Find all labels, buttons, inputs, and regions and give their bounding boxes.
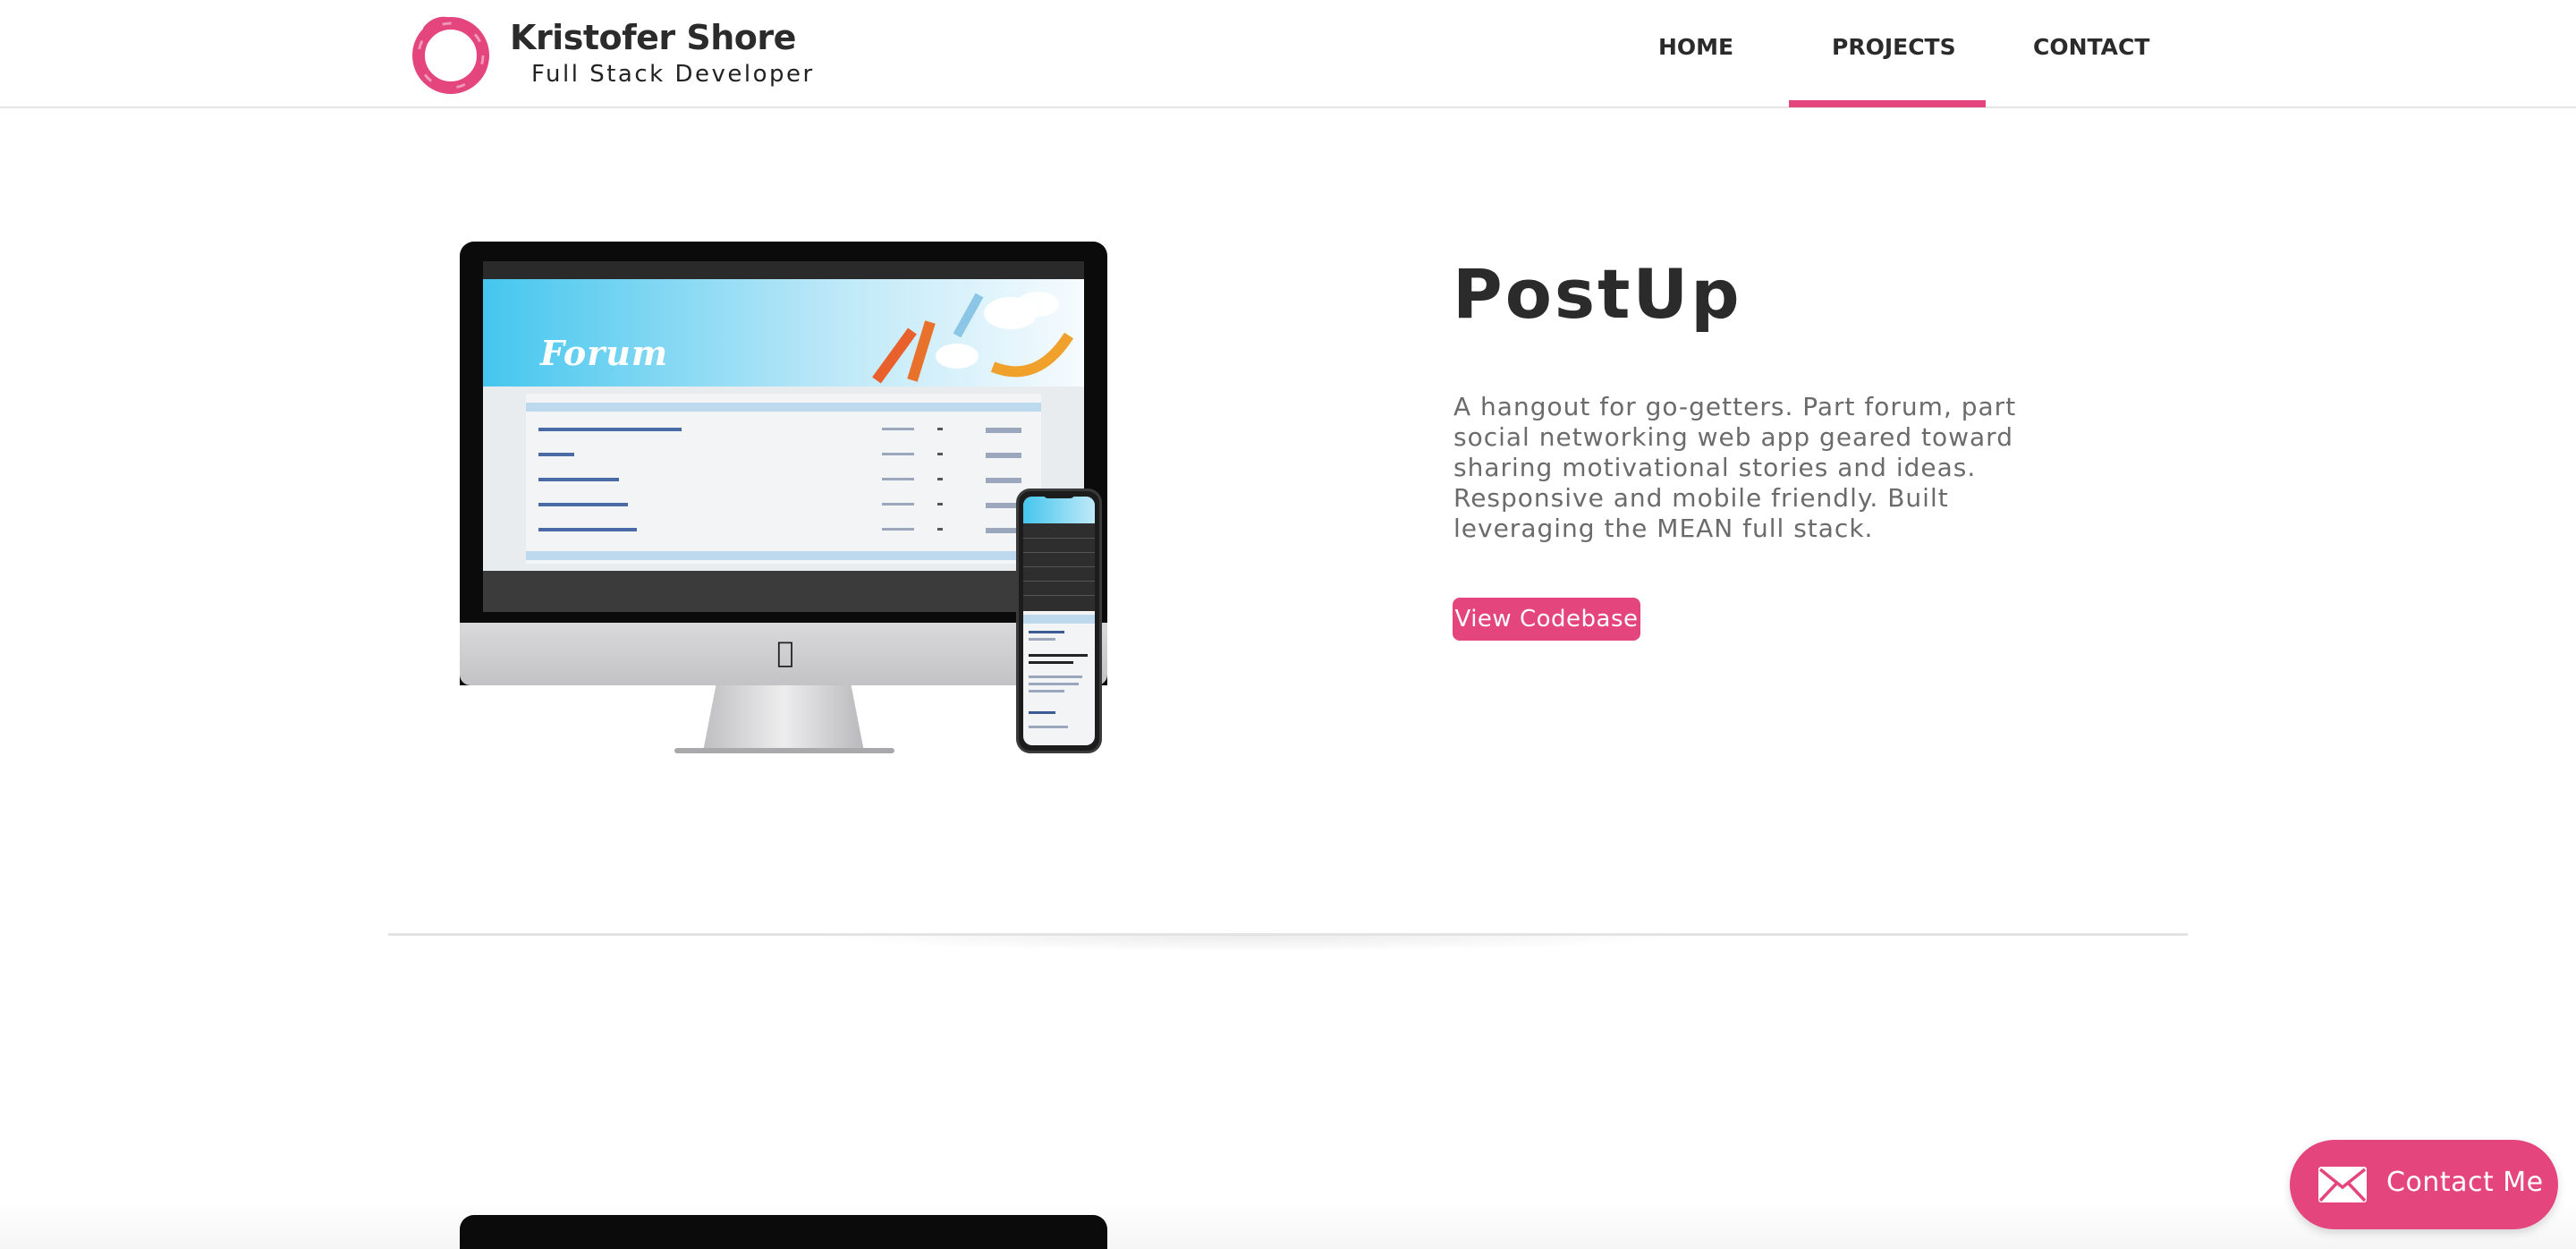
envelope-icon: [2318, 1167, 2367, 1202]
site-header: Kristofer Shore Full Stack Developer HOM…: [0, 0, 2576, 108]
phone-mockup: [1016, 489, 1102, 753]
site-name[interactable]: Kristofer Shore: [510, 18, 796, 57]
imac-foot: [674, 748, 894, 753]
nav-home[interactable]: HOME: [1658, 34, 1733, 60]
project-title: PostUp: [1453, 254, 1742, 334]
screen-hero-title: Forum: [540, 333, 669, 373]
phone-screen: [1023, 497, 1095, 745]
bottom-shade: [0, 1199, 2576, 1249]
imac-stand: [703, 685, 864, 752]
screen-forum-table: [526, 394, 1041, 564]
arrows-clouds-illustration: [872, 292, 1074, 384]
next-project-screenshot: [460, 1215, 1107, 1249]
nav-contact[interactable]: CONTACT: [2033, 34, 2149, 60]
project-description: A hangout for go-getters. Part forum, pa…: [1453, 392, 2017, 543]
divider-shadow: [805, 936, 1699, 952]
project-screenshot:  Forum: [460, 240, 1148, 757]
contact-me-button[interactable]: Contact Me: [2290, 1140, 2558, 1229]
site-subtitle: Full Stack Developer: [531, 61, 815, 88]
screen-hero: Forum: [483, 279, 1084, 387]
apple-icon: : [773, 637, 798, 667]
imac-screen: Forum: [483, 261, 1084, 612]
screen-footer: [483, 571, 1084, 612]
screen-navbar: [483, 261, 1084, 279]
nav-projects[interactable]: PROJECTS: [1832, 34, 1956, 60]
logo-icon[interactable]: [408, 11, 494, 97]
view-codebase-button[interactable]: View Codebase: [1453, 598, 1640, 641]
contact-me-label: Contact Me: [2386, 1167, 2544, 1198]
nav-active-indicator: [1789, 100, 1986, 107]
